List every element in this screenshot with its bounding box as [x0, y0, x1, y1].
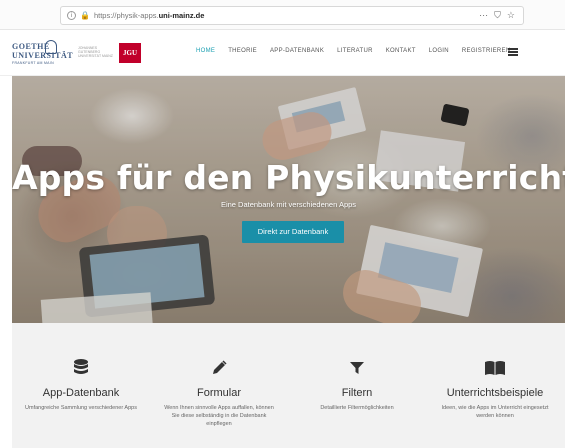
hero-title: Apps für den Physikunterricht	[12, 158, 565, 197]
pencil-icon	[150, 357, 288, 379]
features-section: App-Datenbank Umfangreiche Sammlung vers…	[12, 323, 565, 448]
feature-unterrichtsbeispiele[interactable]: Unterrichtsbeispiele Ideen, wie die Apps…	[426, 323, 564, 420]
info-icon[interactable]: i	[67, 11, 76, 20]
feature-filtern[interactable]: Filtern Detaillierte Filtermöglichkeiten	[288, 323, 426, 412]
url-prefix: https://physik-apps.	[93, 11, 159, 20]
site-header: GOETHE UNIVERSITÄT FRANKFURT AM MAIN JOH…	[0, 30, 565, 76]
hero-section: Apps für den Physikunterricht Eine Daten…	[12, 76, 565, 323]
bookmark-star-icon[interactable]: ☆	[507, 8, 515, 22]
filter-icon	[288, 357, 426, 379]
page-actions-icon[interactable]: ···	[479, 8, 488, 22]
jgu-logo-text: JOHANNES GUTENBERG UNIVERSITÄT MAINZ	[78, 46, 113, 58]
hamburger-menu-icon[interactable]	[508, 48, 518, 56]
browser-toolbar: i 🔒 https://physik-apps. uni-mainz.de ···…	[0, 0, 565, 30]
nav-registrieren[interactable]: REGISTRIEREN	[462, 48, 511, 54]
hero-subtitle: Eine Datenbank mit verschiedenen Apps	[220, 200, 357, 209]
database-icon	[12, 357, 150, 379]
main-nav: HOME THEORIE APP-DATENBANK LITERATUR KON…	[196, 48, 511, 54]
nav-theorie[interactable]: THEORIE	[228, 48, 257, 54]
jgu-logo[interactable]: JGU	[119, 43, 141, 63]
goethe-university-logo[interactable]: GOETHE UNIVERSITÄT FRANKFURT AM MAIN	[12, 40, 82, 66]
feature-formular[interactable]: Formular Wenn Ihnen sinnvolle Apps auffa…	[150, 323, 288, 428]
nav-login[interactable]: LOGIN	[429, 48, 449, 54]
lock-icon: 🔒	[80, 11, 90, 20]
url-domain: uni-mainz.de	[158, 11, 205, 20]
nav-app-datenbank[interactable]: APP-DATENBANK	[270, 48, 324, 54]
nav-literatur[interactable]: LITERATUR	[337, 48, 373, 54]
database-cta-button[interactable]: Direkt zur Datenbank	[242, 221, 344, 243]
pocket-icon[interactable]: ⛉	[494, 8, 501, 22]
book-icon	[426, 357, 564, 379]
address-bar[interactable]: i 🔒 https://physik-apps. uni-mainz.de	[60, 6, 524, 25]
nav-home[interactable]: HOME	[196, 48, 215, 54]
nav-kontakt[interactable]: KONTAKT	[386, 48, 416, 54]
feature-app-datenbank[interactable]: App-Datenbank Umfangreiche Sammlung vers…	[12, 323, 150, 412]
